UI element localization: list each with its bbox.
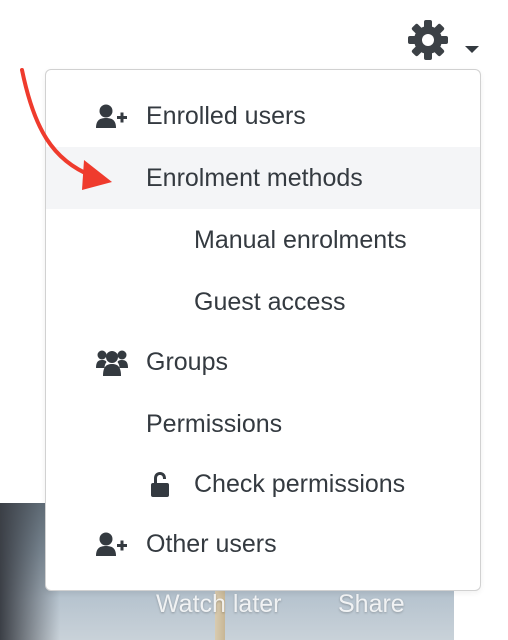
menu-item-groups[interactable]: Groups [46, 331, 480, 393]
menu-item-label: Permissions [146, 409, 283, 438]
gear-icon [408, 20, 448, 60]
watch-later-button[interactable]: Watch later [156, 590, 282, 619]
unlock-icon [151, 472, 169, 497]
menu-item-enrolled-users[interactable]: Enrolled users [46, 85, 480, 147]
settings-menu-trigger[interactable] [402, 14, 486, 64]
menu-item-enrolment-methods[interactable]: Enrolment methods [46, 147, 480, 209]
menu-item-manual-enrolments[interactable]: Manual enrolments [46, 209, 480, 271]
menu-item-label: Other users [146, 529, 277, 558]
menu-item-check-permissions[interactable]: Check permissions [46, 453, 480, 515]
menu-item-guest-access[interactable]: Guest access [46, 271, 480, 333]
menu-item-label: Enrolment methods [146, 163, 363, 192]
menu-item-label: Check permissions [194, 469, 406, 498]
share-button[interactable]: Share [338, 590, 405, 619]
menu-item-label: Guest access [194, 287, 346, 316]
add-user-icon [96, 104, 127, 128]
menu-item-permissions[interactable]: Permissions [46, 393, 480, 455]
chevron-down-icon [465, 46, 479, 53]
menu-item-label: Enrolled users [146, 101, 306, 130]
users-group-icon [96, 350, 128, 376]
add-user-icon [96, 532, 127, 556]
video-actions: Watch later Share [0, 588, 454, 628]
settings-dropdown-menu: Enrolled users Enrolment methods Manual … [45, 69, 481, 591]
menu-item-label: Manual enrolments [194, 225, 407, 254]
menu-item-other-users[interactable]: Other users [46, 513, 480, 575]
menu-item-label: Groups [146, 347, 228, 376]
